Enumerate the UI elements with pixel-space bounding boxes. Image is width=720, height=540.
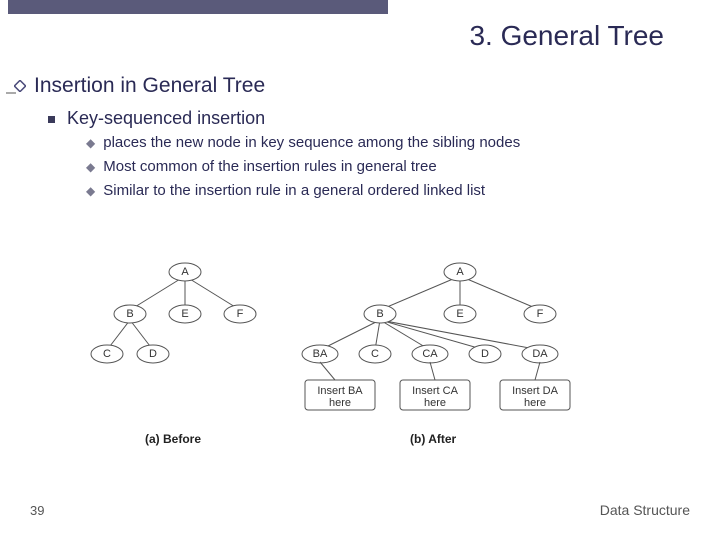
header-band <box>8 0 388 14</box>
node-label: A <box>181 266 189 278</box>
dot-icon: ◆ <box>86 181 95 201</box>
node-label: DA <box>532 348 548 360</box>
dot-icon: ◆ <box>86 133 95 153</box>
subsection-row: Key-sequenced insertion <box>48 108 706 129</box>
node-label: F <box>237 308 244 320</box>
node-label: A <box>456 266 464 278</box>
dot-icon: ◆ <box>86 157 95 177</box>
node-label: C <box>103 348 111 360</box>
square-icon <box>48 116 55 123</box>
node-label: BA <box>313 348 328 360</box>
section-row: Insertion in General Tree <box>14 74 706 98</box>
node-label: B <box>376 308 383 320</box>
node-label: F <box>537 308 544 320</box>
insert-label: Insert CA <box>412 385 459 397</box>
section-heading: Insertion in General Tree <box>34 74 265 98</box>
node-label: B <box>126 308 133 320</box>
course-name: Data Structure <box>600 502 690 518</box>
tree-after: A B E F BA C CA D DA Insert BA here Inse… <box>302 263 570 446</box>
subsection-heading: Key-sequenced insertion <box>67 108 265 129</box>
bullet-text: Most common of the insertion rules in ge… <box>103 157 437 177</box>
content-area: Insertion in General Tree Key-sequenced … <box>14 74 706 205</box>
insert-label: here <box>329 397 351 409</box>
node-label: D <box>481 348 489 360</box>
node-label: E <box>181 308 188 320</box>
slide-title: 3. General Tree <box>469 20 664 52</box>
diamond-icon <box>14 80 26 92</box>
caption-b: (b) After <box>410 432 457 446</box>
tree-before: A B E F C D (a) Before <box>91 263 256 446</box>
node-label: E <box>456 308 463 320</box>
node-label: CA <box>422 348 438 360</box>
insert-label: here <box>424 397 446 409</box>
node-label: D <box>149 348 157 360</box>
bullet-text: Similar to the insertion rule in a gener… <box>103 181 485 201</box>
insert-label: Insert BA <box>317 385 363 397</box>
bullet-row: ◆ Similar to the insertion rule in a gen… <box>86 181 706 201</box>
bullet-row: ◆ places the new node in key sequence am… <box>86 133 706 153</box>
insert-label: Insert DA <box>512 385 559 397</box>
bullet-row: ◆ Most common of the insertion rules in … <box>86 157 706 177</box>
tree-figure: A B E F C D (a) Before A B E F BA C <box>85 258 645 458</box>
insert-label: here <box>524 397 546 409</box>
bullet-text: places the new node in key sequence amon… <box>103 133 520 153</box>
caption-a: (a) Before <box>145 432 201 446</box>
node-label: C <box>371 348 379 360</box>
page-number: 39 <box>30 503 44 518</box>
